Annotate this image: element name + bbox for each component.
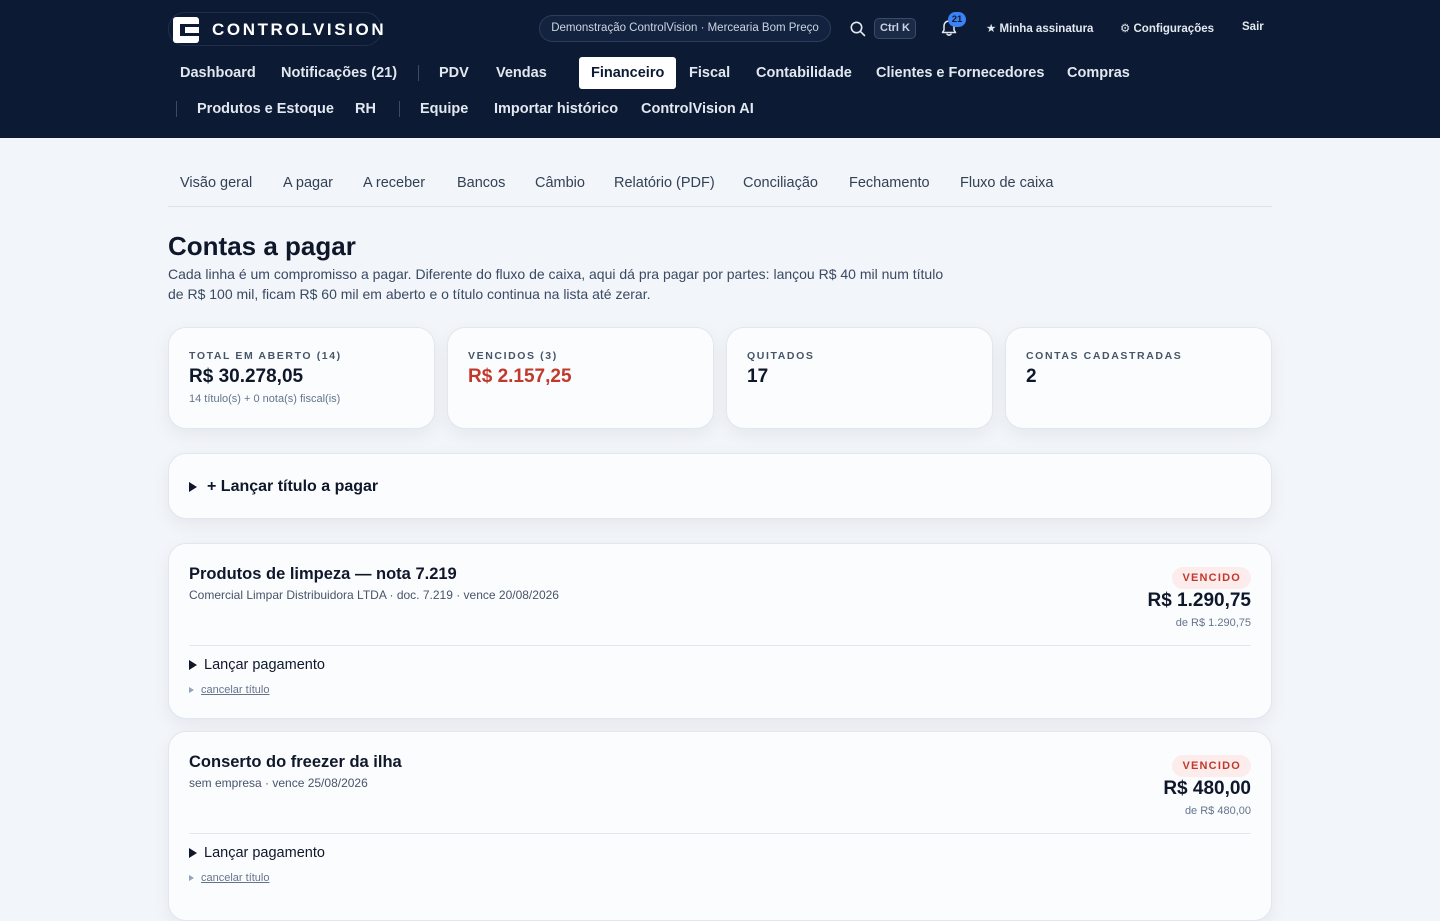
nav-equipe[interactable]: Equipe	[420, 93, 468, 125]
stat-card-total-aberto: TOTAL EM ABERTO (14) R$ 30.278,05 14 tít…	[168, 327, 435, 429]
bill-card: Produtos de limpeza — nota 7.219 Comerci…	[168, 543, 1272, 719]
stat-value: R$ 2.157,25	[468, 366, 572, 387]
status-badge: VENCIDO	[1172, 755, 1251, 777]
controlvision-logo-icon	[173, 17, 199, 43]
stat-card-vencidos: VENCIDOS (3) R$ 2.157,25	[447, 327, 714, 429]
launch-title-panel[interactable]: + Lançar título a pagar	[168, 453, 1272, 519]
bill-amount: R$ 1.290,75	[1147, 590, 1251, 611]
bill-card: Conserto do freezer da ilha sem empresa …	[168, 731, 1272, 921]
nav-compras[interactable]: Compras	[1067, 57, 1130, 89]
tab-fluxo-de-caixa[interactable]: Fluxo de caixa	[960, 175, 1054, 191]
bill-total: de R$ 1.290,75	[1175, 617, 1251, 629]
search-icon[interactable]	[849, 20, 867, 38]
nav-separator	[399, 101, 400, 117]
top-header: CONTROLVISION Demonstração ControlVision…	[0, 0, 1440, 138]
page-title: Contas a pagar	[168, 231, 356, 261]
tab-conciliacao[interactable]: Conciliação	[743, 175, 818, 191]
logout-link[interactable]: Sair	[1242, 21, 1264, 33]
tab-a-receber[interactable]: A receber	[363, 175, 425, 191]
subscription-link[interactable]: ★ Minha assinatura	[986, 21, 1093, 35]
stat-card-quitados: QUITADOS 17	[726, 327, 993, 429]
stat-subtext: 14 título(s) + 0 nota(s) fiscal(is)	[189, 393, 341, 405]
expand-triangle-icon	[189, 875, 194, 881]
stat-value: R$ 30.278,05	[189, 366, 304, 387]
brand-name: CONTROLVISION	[212, 20, 387, 39]
bill-amount: R$ 480,00	[1163, 778, 1251, 799]
brand-logo[interactable]: CONTROLVISION	[168, 12, 384, 46]
tab-fechamento[interactable]: Fechamento	[849, 175, 930, 191]
stat-label: QUITADOS	[747, 350, 815, 362]
stat-label: TOTAL EM ABERTO (14)	[189, 350, 342, 362]
expand-triangle-icon	[189, 660, 197, 670]
nav-pdv[interactable]: PDV	[439, 57, 469, 89]
tab-visao-geral[interactable]: Visão geral	[180, 175, 252, 191]
bill-title: Produtos de limpeza — nota 7.219	[189, 565, 457, 583]
nav-contabilidade[interactable]: Contabilidade	[756, 57, 852, 89]
expand-triangle-icon	[189, 482, 197, 492]
nav-importar-historico[interactable]: Importar histórico	[494, 93, 618, 125]
bill-divider	[189, 645, 1251, 646]
stat-label: CONTAS CADASTRADAS	[1026, 350, 1183, 362]
stat-card-contas-cadastradas: CONTAS CADASTRADAS 2	[1005, 327, 1272, 429]
bill-title: Conserto do freezer da ilha	[189, 753, 402, 771]
bill-total: de R$ 480,00	[1184, 805, 1251, 817]
nav-fiscal[interactable]: Fiscal	[689, 57, 730, 89]
nav-separator	[176, 101, 177, 117]
tab-bancos[interactable]: Bancos	[457, 175, 505, 191]
launch-title-label: + Lançar título a pagar	[207, 478, 379, 495]
nav-controlvision-ai[interactable]: ControlVision AI	[641, 93, 754, 125]
tab-a-pagar[interactable]: A pagar	[283, 175, 333, 191]
nav-financeiro[interactable]: Financeiro	[579, 57, 677, 89]
company-selector[interactable]: Demonstração ControlVision · Mercearia B…	[539, 15, 831, 42]
bill-meta: sem empresa · vence 25/08/2026	[189, 776, 368, 790]
nav-separator	[418, 65, 419, 81]
search-shortcut-hint[interactable]: Ctrl K	[874, 18, 916, 39]
expand-triangle-icon	[189, 687, 194, 693]
nav-rh[interactable]: RH	[355, 93, 376, 125]
nav-dashboard[interactable]: Dashboard	[180, 57, 256, 89]
tab-cambio[interactable]: Câmbio	[535, 175, 585, 191]
stat-label: VENCIDOS (3)	[468, 350, 558, 362]
nav-produtos-estoque[interactable]: Produtos e Estoque	[197, 93, 334, 125]
tab-relatorio-pdf[interactable]: Relatório (PDF)	[614, 175, 715, 191]
bill-divider	[189, 833, 1251, 834]
cancel-title-link[interactable]: cancelar título	[201, 683, 269, 697]
launch-payment-label: Lançar pagamento	[204, 845, 325, 861]
nav-vendas[interactable]: Vendas	[496, 57, 547, 89]
cancel-title-link[interactable]: cancelar título	[201, 871, 269, 885]
stat-value: 2	[1026, 366, 1037, 387]
launch-payment-label: Lançar pagamento	[204, 657, 325, 673]
status-badge: VENCIDO	[1172, 567, 1251, 589]
page-description: Cada linha é um compromisso a pagar. Dif…	[168, 266, 944, 302]
notifications-badge: 21	[948, 12, 966, 27]
stat-value: 17	[747, 366, 769, 387]
expand-triangle-icon	[189, 848, 197, 858]
nav-clientes-fornecedores[interactable]: Clientes e Fornecedores	[876, 57, 1044, 89]
bill-meta: Comercial Limpar Distribuidora LTDA · do…	[189, 588, 559, 602]
tabs-divider	[168, 206, 1272, 207]
settings-link[interactable]: ⚙ Configurações	[1120, 21, 1214, 35]
nav-notificacoes[interactable]: Notificações (21)	[281, 57, 397, 89]
